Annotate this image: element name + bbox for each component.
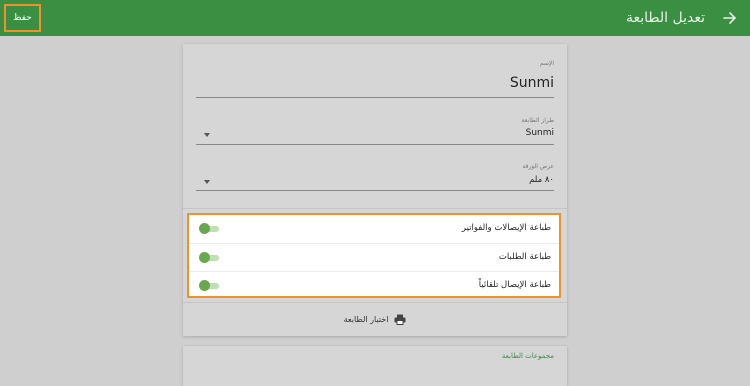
name-label: الإسم <box>539 60 554 67</box>
toggle-row-receipts[interactable]: طباعة الإيصالات والفواتير <box>189 215 559 242</box>
toggle-label: طباعة الإيصالات والفواتير <box>461 223 551 233</box>
printer-model-label: طراز الطابعة <box>521 117 554 124</box>
toggle-row-orders[interactable]: طباعة الطلبات <box>189 243 559 271</box>
orders-toggle[interactable] <box>199 252 219 263</box>
toggle-row-auto-receipt[interactable]: طباعة الإيصال تلقائياً <box>189 271 559 299</box>
paper-width-label: عرض الورقة <box>522 163 554 170</box>
paper-width-select[interactable]: عرض الورقة ٨٠ ملم <box>196 162 554 191</box>
printer-model-value: Sunmi <box>525 128 554 138</box>
print-options: طباعة الإيصالات والفواتير طباعة الطلبات … <box>187 213 561 298</box>
paper-width-value: ٨٠ ملم <box>529 175 554 185</box>
arrow-right-icon[interactable] <box>720 8 740 28</box>
save-button[interactable]: حفظ <box>4 4 41 32</box>
auto-receipt-toggle[interactable] <box>199 280 219 291</box>
printer-icon <box>394 314 406 325</box>
printer-groups-title: مجموعات الطابعة <box>501 352 554 360</box>
toggle-label: طباعة الطلبات <box>498 252 551 262</box>
chevron-down-icon <box>204 180 210 184</box>
chevron-down-icon <box>204 133 210 137</box>
page-title: تعديل الطابعة <box>625 10 705 26</box>
app-bar: حفظ تعديل الطابعة <box>0 0 750 36</box>
test-printer-button[interactable]: اختبار الطابعة <box>183 303 567 336</box>
printer-groups-card: مجموعات الطابعة <box>183 346 567 386</box>
printer-model-select[interactable]: طراز الطابعة Sunmi <box>196 116 554 145</box>
divider <box>183 208 567 209</box>
name-field[interactable]: الإسم Sunmi <box>196 58 554 98</box>
receipts-toggle[interactable] <box>199 223 219 234</box>
test-printer-label: اختبار الطابعة <box>343 315 389 324</box>
name-input[interactable]: Sunmi <box>510 75 554 91</box>
toggle-label: طباعة الإيصال تلقائياً <box>478 280 551 290</box>
